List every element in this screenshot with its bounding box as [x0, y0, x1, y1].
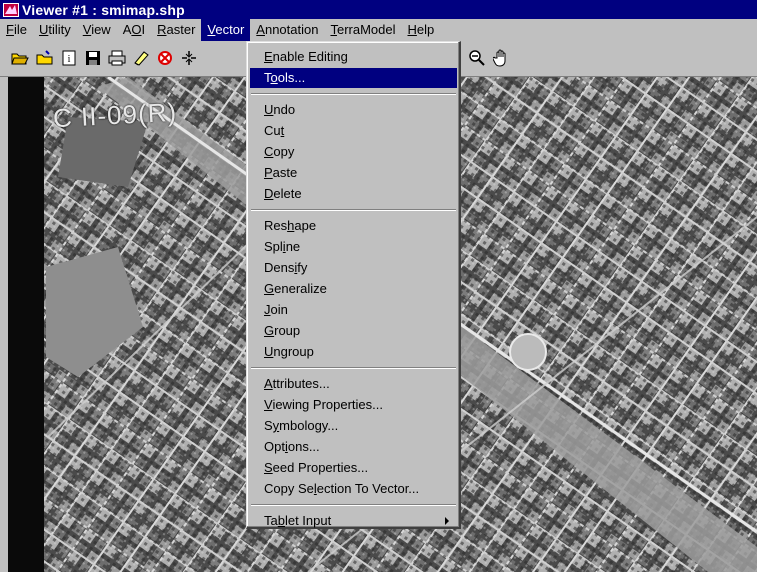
menu-view[interactable]: View	[77, 19, 117, 41]
menu-raster[interactable]: Raster	[151, 19, 201, 41]
menu-item-join[interactable]: Join	[250, 300, 457, 320]
image-frame-label: C II-09(R)	[52, 96, 178, 134]
menu-bar: File Utility View AOI Raster Vector Annotation…	[0, 19, 757, 41]
open-folder-alt-icon[interactable]	[34, 47, 56, 69]
title-bar: Viewer #1 : smimap.shp	[0, 0, 757, 19]
menu-vector[interactable]: Vector	[201, 19, 251, 41]
menu-terramodel[interactable]: TerraModel	[324, 19, 401, 41]
menu-separator	[251, 209, 456, 211]
svg-text:i: i	[68, 54, 71, 65]
menu-item-attributes[interactable]: Attributes...	[250, 374, 457, 394]
pan-hand-icon[interactable]	[490, 47, 512, 69]
info-icon[interactable]: i	[58, 47, 80, 69]
menu-item-tools[interactable]: Tools...	[250, 68, 457, 88]
menu-item-delete[interactable]: Delete	[250, 184, 457, 204]
viewer-left-edge	[0, 77, 8, 572]
menu-item-ungroup[interactable]: Ungroup	[250, 342, 457, 362]
menu-item-tablet-input[interactable]: Tablet Input	[250, 511, 457, 531]
menu-annotation[interactable]: Annotation	[250, 19, 324, 41]
menu-item-densify[interactable]: Densify	[250, 258, 457, 278]
zoom-out-icon[interactable]	[466, 47, 488, 69]
save-icon[interactable]	[82, 47, 104, 69]
clear-icon[interactable]	[154, 47, 176, 69]
menu-item-options[interactable]: Options...	[250, 437, 457, 457]
menu-separator	[251, 367, 456, 369]
open-folder-icon[interactable]	[9, 47, 31, 69]
menu-separator	[251, 93, 456, 95]
menu-aoi[interactable]: AOI	[117, 19, 151, 41]
menu-item-spline[interactable]: Spline	[250, 237, 457, 257]
menu-separator	[251, 504, 456, 506]
menu-item-seed-properties[interactable]: Seed Properties...	[250, 458, 457, 478]
erase-icon[interactable]	[130, 47, 152, 69]
menu-utility[interactable]: Utility	[33, 19, 77, 41]
menu-item-copy[interactable]: Copy	[250, 142, 457, 162]
menu-item-paste[interactable]: Paste	[250, 163, 457, 183]
menu-item-group[interactable]: Group	[250, 321, 457, 341]
menu-item-enable-editing[interactable]: Enable Editing	[250, 47, 457, 67]
app-icon	[3, 2, 19, 17]
menu-item-cut[interactable]: Cut	[250, 121, 457, 141]
fit-icon[interactable]	[178, 47, 200, 69]
window-title: Viewer #1 : smimap.shp	[22, 1, 185, 18]
menu-help[interactable]: Help	[402, 19, 441, 41]
print-icon[interactable]	[106, 47, 128, 69]
menu-item-undo[interactable]: Undo	[250, 100, 457, 120]
menu-item-symbology[interactable]: Symbology...	[250, 416, 457, 436]
menu-item-generalize[interactable]: Generalize	[250, 279, 457, 299]
vector-menu-dropdown: Enable Editing Tools... Undo Cut Copy Paste De…	[246, 41, 461, 529]
menu-item-viewing-properties[interactable]: Viewing Properties...	[250, 395, 457, 415]
menu-file[interactable]: File	[0, 19, 33, 41]
menu-item-reshape[interactable]: Reshape	[250, 216, 457, 236]
menu-item-copy-selection-to-vector[interactable]: Copy Selection To Vector...	[250, 479, 457, 499]
submenu-arrow-icon	[445, 517, 449, 525]
